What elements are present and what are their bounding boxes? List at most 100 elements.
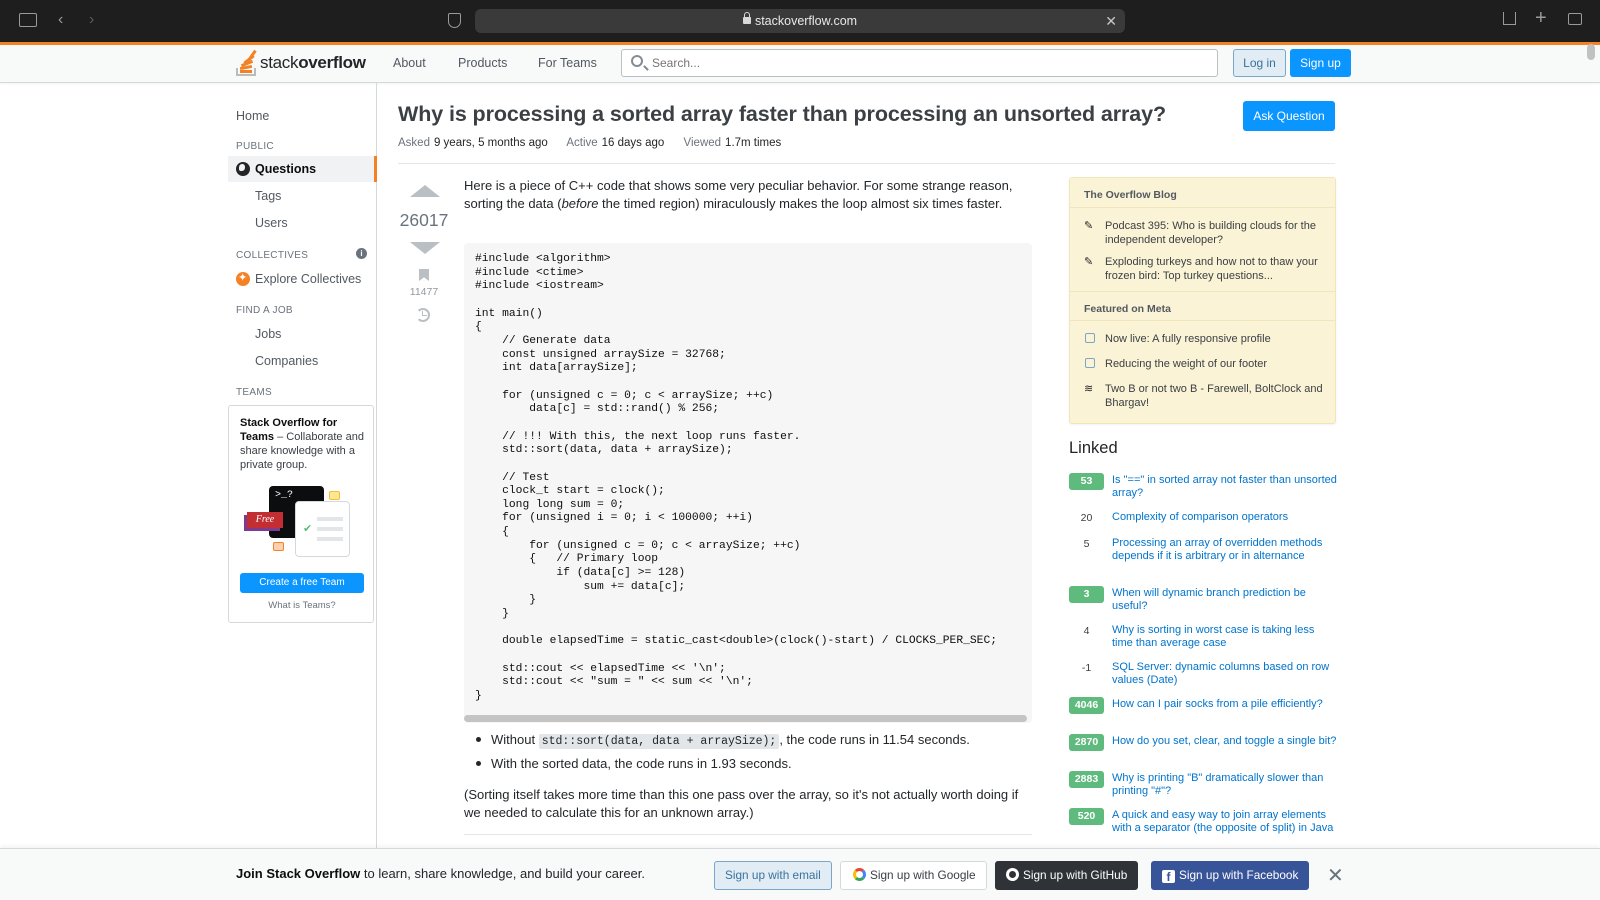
signup-google-button[interactable]: Sign up with Google	[840, 861, 987, 890]
linked-question-link[interactable]: How can I pair socks from a pile efficie…	[1112, 698, 1337, 711]
code-horizontal-scrollbar[interactable]	[464, 715, 1027, 722]
sidebar-icon[interactable]	[19, 13, 37, 27]
teams-illustration: >_? ✔ Free	[243, 486, 361, 561]
logo-text: stackoverflow	[260, 53, 366, 72]
question-meta: Asked 9 years, 5 months ago Active 16 days…	[398, 137, 782, 149]
linked-question-link[interactable]: How do you set, clear, and toggle a sing…	[1112, 735, 1337, 748]
nav-products[interactable]: Products	[458, 56, 507, 70]
linked-question-link[interactable]: Why is sorting in worst case is taking l…	[1112, 624, 1337, 649]
code-block[interactable]: #include <algorithm> #include <ctime> #i…	[464, 243, 1032, 723]
linked-score: 2883	[1069, 771, 1104, 788]
linked-score: 2870	[1069, 734, 1104, 751]
signup-github-button[interactable]: Sign up with GitHub	[995, 861, 1139, 890]
sidebar-heading-find-job: FIND A JOB	[236, 305, 293, 316]
viewed-value: 1.7m times	[725, 137, 782, 149]
teams-promo-text: Stack Overflow for Teams – Collaborate a…	[240, 417, 364, 471]
meta-item[interactable]: Two B or not two B - Farewell, BoltClock…	[1105, 383, 1327, 410]
search-input[interactable]	[652, 54, 1192, 72]
share-icon[interactable]	[1503, 12, 1516, 25]
privacy-shield-icon[interactable]	[448, 13, 461, 28]
create-team-button[interactable]: Create a free Team	[240, 573, 364, 593]
linked-question-link[interactable]: SQL Server: dynamic columns based on row…	[1112, 661, 1337, 686]
featured-meta-heading: Featured on Meta	[1070, 291, 1335, 321]
stackoverflow-logo[interactable]: stackoverflow	[236, 49, 366, 76]
upvote-arrow-icon[interactable]	[410, 185, 440, 197]
collectives-icon	[236, 271, 250, 286]
sidebar-item-questions[interactable]: Questions	[228, 156, 377, 182]
divider	[398, 163, 1335, 164]
sidebar-item-companies[interactable]: Companies	[255, 354, 318, 368]
linked-score: 4	[1083, 625, 1090, 637]
free-badge: Free	[247, 512, 283, 528]
sidebar-item-home[interactable]: Home	[236, 109, 269, 123]
chat-bubble-icon	[329, 491, 340, 500]
sidebar-item-tags[interactable]: Tags	[255, 189, 281, 203]
linked-heading: Linked	[1069, 439, 1118, 457]
results-list: Without std::sort(data, data + arraySize…	[476, 731, 970, 779]
overflow-blog-heading: The Overflow Blog	[1070, 178, 1335, 208]
linked-question-link[interactable]: Processing an array of overridden method…	[1112, 537, 1337, 562]
history-icon[interactable]	[416, 308, 430, 322]
sidebar-item-label: Questions	[255, 162, 317, 176]
site-header: stackoverflow About Products For Teams L…	[0, 45, 1600, 83]
downvote-arrow-icon[interactable]	[410, 242, 440, 254]
linked-question-link[interactable]: A quick and easy way to join array eleme…	[1112, 809, 1337, 834]
new-tab-icon[interactable]: +	[1535, 8, 1547, 28]
meta-item[interactable]: Now live: A fully responsive profile	[1105, 333, 1327, 347]
lock-icon	[742, 12, 751, 24]
what-is-teams-link[interactable]: What is Teams?	[229, 600, 375, 611]
list-item: With the sorted data, the code runs in 1…	[476, 755, 970, 779]
signup-email-button[interactable]: Sign up with email	[714, 861, 832, 890]
signup-banner: Join Stack Overflow to learn, share know…	[0, 848, 1600, 900]
nav-for-teams[interactable]: For Teams	[538, 56, 597, 70]
info-icon[interactable]: i	[356, 248, 367, 259]
linked-question-link[interactable]: Is "==" in sorted array not faster than …	[1112, 474, 1337, 499]
sidebar-item-users[interactable]: Users	[255, 216, 288, 230]
sidebar-item-jobs[interactable]: Jobs	[255, 327, 281, 341]
blog-item[interactable]: Podcast 395: Who is building clouds for …	[1105, 220, 1327, 247]
signup-facebook-button[interactable]: f Sign up with Facebook	[1151, 861, 1310, 890]
linked-question-link[interactable]: Complexity of comparison operators	[1112, 511, 1337, 524]
url-text: stackoverflow.com	[754, 14, 858, 28]
close-icon[interactable]: ✕	[1105, 9, 1117, 33]
linked-question-link[interactable]: Why is printing "B" dramatically slower …	[1112, 772, 1337, 797]
forward-icon[interactable]: ›	[89, 12, 94, 28]
question-body: Here is a piece of C++ code that shows s…	[464, 177, 1032, 212]
linked-score: 53	[1069, 473, 1104, 490]
divider	[464, 834, 1032, 835]
back-icon[interactable]: ‹	[58, 12, 63, 28]
linked-score: 520	[1069, 808, 1104, 825]
list-item: Without std::sort(data, data + arraySize…	[476, 731, 970, 755]
linked-score: 4046	[1069, 697, 1104, 714]
login-button[interactable]: Log in	[1233, 49, 1286, 77]
active-value[interactable]: 16 days ago	[602, 137, 665, 149]
close-icon[interactable]: ✕	[1327, 863, 1344, 888]
banner-text: Join Stack Overflow to learn, share know…	[236, 866, 645, 881]
pencil-icon: ✎	[1084, 220, 1094, 232]
sidebar-widget: The Overflow Blog ✎ Podcast 395: Who is …	[1069, 177, 1336, 424]
bookmark-icon[interactable]	[419, 269, 429, 281]
nav-about[interactable]: About	[393, 56, 426, 70]
blog-item[interactable]: Exploding turkeys and how not to thaw yo…	[1105, 256, 1327, 283]
address-bar[interactable]: stackoverflow.com ✕	[475, 9, 1125, 33]
page-scrollbar[interactable]	[1587, 44, 1595, 60]
linked-question-link[interactable]: When will dynamic branch prediction be u…	[1112, 587, 1337, 612]
linked-score: 20	[1080, 512, 1093, 524]
asked-value: 9 years, 5 months ago	[433, 137, 548, 149]
linked-score: 3	[1069, 586, 1104, 603]
linked-score: 5	[1083, 538, 1090, 550]
search-icon	[631, 55, 643, 67]
signup-button[interactable]: Sign up	[1290, 49, 1351, 77]
ask-question-button[interactable]: Ask Question	[1243, 101, 1335, 131]
bookmark-count: 11477	[409, 286, 439, 298]
pencil-icon: ✎	[1084, 256, 1094, 268]
chat-bubble-icon	[273, 542, 284, 551]
sidebar-item-explore-collectives[interactable]: Explore Collectives	[255, 272, 361, 286]
tabs-overview-icon[interactable]	[1568, 13, 1582, 25]
search-box[interactable]	[621, 49, 1218, 77]
question-title[interactable]: Why is processing a sorted array faster …	[398, 102, 1166, 127]
chat-icon	[1085, 333, 1095, 343]
facebook-icon: f	[1162, 870, 1175, 884]
meta-item[interactable]: Reducing the weight of our footer	[1105, 358, 1327, 372]
stack-logo-icon	[236, 49, 257, 76]
